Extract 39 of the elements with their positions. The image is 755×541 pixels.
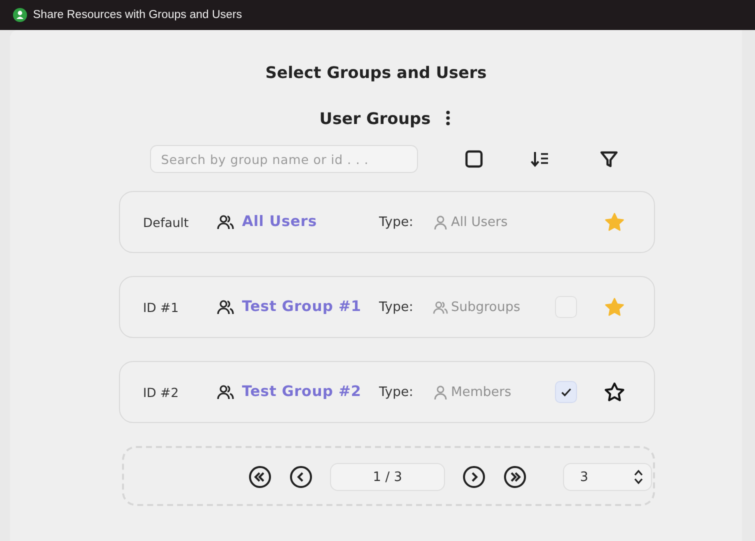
group-name[interactable]: Test Group #1 xyxy=(242,299,362,315)
window-title: Share Resources with Groups and Users xyxy=(33,9,242,21)
app-icon xyxy=(13,8,27,22)
group-name[interactable]: Test Group #2 xyxy=(242,384,362,400)
type-value: Subgroups xyxy=(451,300,520,314)
type-label: Type: xyxy=(379,300,414,314)
star-icon[interactable] xyxy=(604,212,625,232)
type-label: Type: xyxy=(379,214,414,230)
section-title: User Groups xyxy=(319,108,431,128)
group-id: ID #1 xyxy=(143,300,180,314)
type-value: All Users xyxy=(451,214,508,230)
previous-page-button[interactable] xyxy=(289,465,313,489)
page-size-select[interactable]: 3 xyxy=(563,463,652,491)
user-icon xyxy=(433,214,448,230)
users-icon xyxy=(217,214,234,230)
type-value: Members xyxy=(451,384,512,400)
group-name[interactable]: All Users xyxy=(242,214,317,230)
filter-icon[interactable] xyxy=(599,149,619,169)
users-icon xyxy=(217,384,234,400)
first-page-button[interactable] xyxy=(248,465,272,489)
last-page-button[interactable] xyxy=(503,465,527,489)
page-field[interactable]: 1 / 3 xyxy=(330,463,445,491)
check-icon xyxy=(560,386,572,398)
user-icon xyxy=(433,384,448,400)
sort-icon[interactable] xyxy=(530,149,550,169)
more-menu-icon[interactable] xyxy=(444,110,451,126)
group-id: ID #2 xyxy=(143,384,180,400)
up-down-chevron-icon xyxy=(634,469,643,485)
row-checkbox[interactable] xyxy=(555,381,577,403)
next-page-button[interactable] xyxy=(462,465,486,489)
type-label: Type: xyxy=(379,384,414,400)
star-icon[interactable] xyxy=(604,382,625,402)
search-field[interactable]: Search by group name or id . . . xyxy=(150,145,418,173)
group-id: Default xyxy=(143,214,190,230)
star-icon[interactable] xyxy=(604,296,625,318)
users-icon xyxy=(217,299,234,315)
dialog-heading: Select Groups and Users xyxy=(264,62,488,83)
select-all-checkbox[interactable] xyxy=(464,149,484,169)
users-icon xyxy=(433,300,448,314)
